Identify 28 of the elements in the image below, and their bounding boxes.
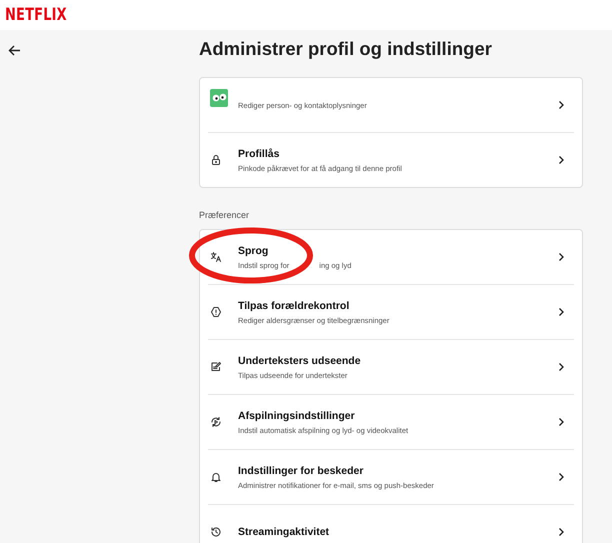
netflix-logo[interactable]: NETFLIX xyxy=(5,5,67,25)
page-title: Administrer profil og indstillinger xyxy=(199,38,493,60)
row-title: Tilpas forældrekontrol xyxy=(238,300,350,312)
subtitles-icon xyxy=(210,361,222,373)
chevron-icon xyxy=(556,472,566,482)
section-heading: Præferencer xyxy=(199,210,250,220)
row-title: Indstillinger for beskeder xyxy=(238,464,364,476)
row-title: Underteksters udseende xyxy=(238,354,362,366)
chevron-icon xyxy=(556,527,566,537)
playback-icon xyxy=(210,416,222,428)
chevron-icon xyxy=(556,155,566,165)
row-title: Streamingaktivitet xyxy=(238,526,330,538)
settings-row[interactable]: Streamingaktivitet xyxy=(208,505,574,543)
row-title: Afspilningsindstillinger xyxy=(238,410,356,422)
chevron-icon xyxy=(556,362,566,372)
bell-icon xyxy=(210,471,222,483)
chevron-icon xyxy=(556,417,566,427)
back-arrow-icon[interactable] xyxy=(8,45,21,56)
history-icon xyxy=(210,526,222,538)
lock-icon xyxy=(210,154,222,166)
chevron-icon xyxy=(556,307,566,317)
translate-icon xyxy=(210,251,222,263)
row-title: Sprog xyxy=(238,244,270,256)
avatar-icon xyxy=(210,89,228,107)
row-title: Profillås xyxy=(238,148,280,160)
chevron-icon xyxy=(556,100,566,110)
chevron-icon xyxy=(556,252,566,262)
alert-icon xyxy=(210,306,222,318)
